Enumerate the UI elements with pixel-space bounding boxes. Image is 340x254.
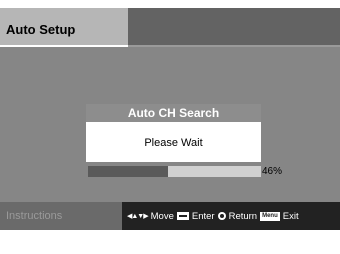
enter-key-icon [176, 212, 189, 220]
enter-label: Enter [191, 210, 215, 222]
progress-fill [88, 166, 168, 177]
exit-label: Exit [282, 210, 299, 222]
title-underline [0, 45, 128, 47]
dialog-title: Auto CH Search [86, 104, 261, 124]
return-key-icon [217, 212, 226, 220]
progress-percent: 46% [262, 166, 283, 177]
page-title: Auto Setup [6, 22, 76, 37]
return-label: Return [228, 210, 258, 222]
progress-bar [88, 166, 261, 177]
header-bar [128, 8, 340, 45]
instructions-label: Instructions [0, 202, 122, 230]
menu-key-icon: Menu [260, 211, 280, 221]
move-label: Move [150, 210, 174, 222]
arrows-icon: ◀▲▼▶ [127, 213, 149, 220]
key-legend: ◀▲▼▶ Move Enter Return Menu Exit [127, 202, 299, 230]
tv-screen: Auto Setup Auto CH Search Please Wait 46… [0, 0, 340, 254]
dialog-message: Please Wait [86, 124, 261, 162]
